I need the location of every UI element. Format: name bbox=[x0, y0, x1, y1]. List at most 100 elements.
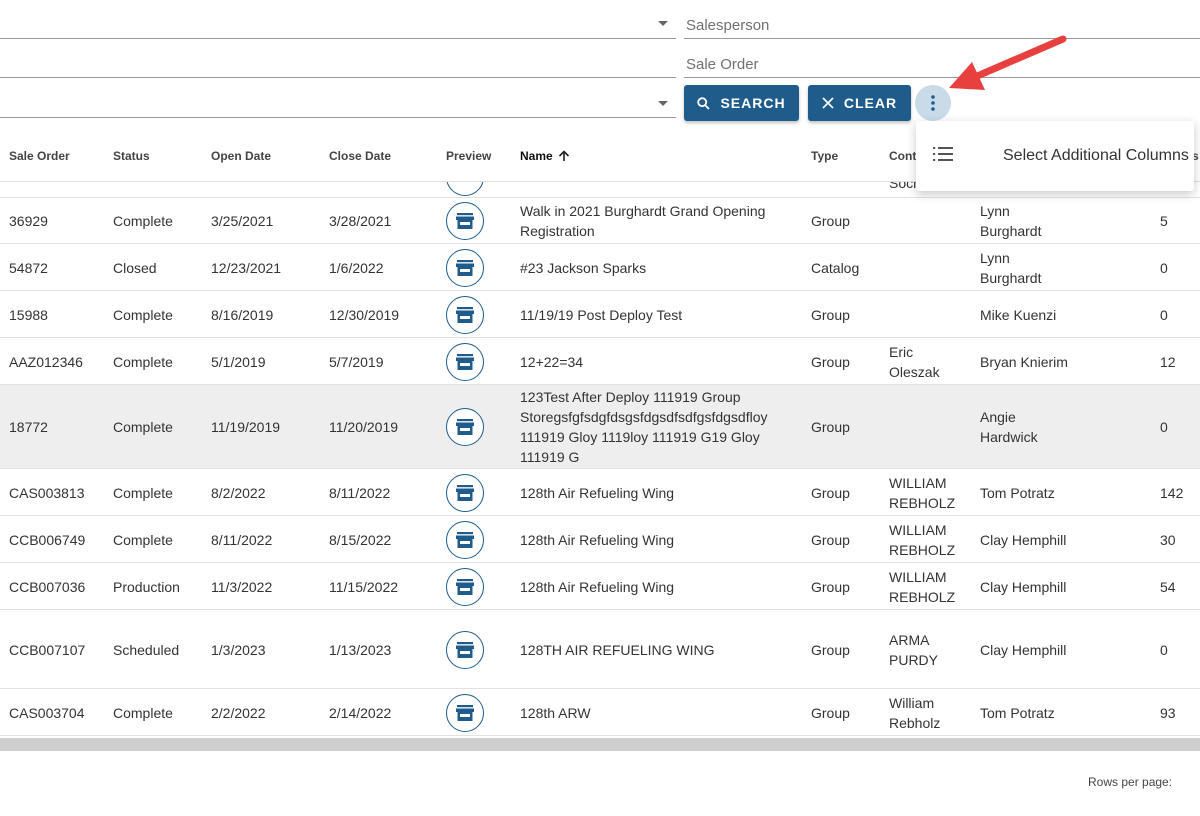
preview-button[interactable] bbox=[446, 631, 484, 669]
preview-button[interactable] bbox=[446, 474, 484, 512]
table-row[interactable]: CAS003813 Complete 8/2/2022 8/11/2022 128th … bbox=[0, 469, 1200, 516]
type-cell: Group bbox=[811, 307, 850, 323]
quantity-cell: 0 bbox=[1160, 307, 1168, 323]
more-options-button[interactable] bbox=[915, 85, 951, 121]
salesperson-cell: Tom Potratz bbox=[980, 485, 1055, 501]
sale-order-cell: CCB007036 bbox=[9, 579, 86, 595]
salesperson-cell: Clay Hemphill bbox=[980, 642, 1067, 658]
close-date-cell: 1/13/2023 bbox=[329, 642, 392, 658]
close-date-cell: 11/15/2022 bbox=[329, 579, 399, 595]
open-date-cell: 2/2/2022 bbox=[211, 705, 266, 721]
column-options-menu: Select Additional Columns bbox=[916, 121, 1194, 191]
close-date-cell: 8/11/2022 bbox=[329, 485, 391, 501]
list-icon bbox=[933, 146, 955, 166]
table-row[interactable]: CAS003704 Complete 2/2/2022 2/14/2022 128th … bbox=[0, 689, 1200, 736]
quantity-cell: 0 bbox=[1160, 260, 1168, 276]
col-header-name[interactable]: Name bbox=[520, 149, 570, 163]
status-cell: Complete bbox=[113, 354, 173, 370]
filter-field-1[interactable] bbox=[0, 0, 676, 40]
filter-field-2[interactable] bbox=[0, 40, 676, 80]
horizontal-scrollbar[interactable] bbox=[0, 738, 1200, 751]
col-header-contact[interactable]: Cont bbox=[889, 149, 916, 163]
contact-cell: WILLIAM REBHOLZ bbox=[889, 522, 956, 558]
search-button[interactable]: SEARCH bbox=[684, 85, 799, 121]
preview-button[interactable] bbox=[446, 296, 484, 334]
status-cell: Complete bbox=[113, 705, 173, 721]
sale-order-cell: 36929 bbox=[9, 213, 48, 229]
col-header-close-date[interactable]: Close Date bbox=[329, 149, 391, 163]
open-date-cell: 8/2/2022 bbox=[211, 485, 266, 501]
status-cell: Production bbox=[113, 579, 180, 595]
name-cell: 11/19/19 Post Deploy Test bbox=[520, 307, 683, 323]
chevron-down-icon[interactable] bbox=[658, 101, 668, 106]
clear-button[interactable]: CLEAR bbox=[808, 85, 911, 121]
col-header-open-date[interactable]: Open Date bbox=[211, 149, 271, 163]
close-date-cell: 5/7/2019 bbox=[329, 354, 384, 370]
status-cell: Complete bbox=[113, 307, 173, 323]
sale-order-cell: CCB006749 bbox=[9, 532, 86, 548]
salesperson-field[interactable]: Salesperson bbox=[684, 0, 1200, 40]
col-header-status[interactable]: Status bbox=[113, 149, 150, 163]
status-cell: Scheduled bbox=[113, 642, 180, 658]
sale-order-cell: CAS003813 bbox=[9, 485, 85, 501]
table-row[interactable]: 36929 Complete 3/25/2021 3/28/2021 Walk in 2… bbox=[0, 197, 1200, 244]
preview-button[interactable] bbox=[446, 568, 484, 606]
col-header-preview[interactable]: Preview bbox=[446, 149, 491, 163]
salesperson-cell: Tom Potratz bbox=[980, 705, 1055, 721]
quantity-cell: 12 bbox=[1160, 354, 1176, 370]
clear-button-label: CLEAR bbox=[843, 95, 898, 111]
preview-button[interactable] bbox=[446, 694, 484, 732]
table-row[interactable]: CCB007036 Production 11/3/2022 11/15/2022 12… bbox=[0, 563, 1200, 610]
type-cell: Group bbox=[811, 419, 850, 435]
open-date-cell: 11/3/2022 bbox=[211, 579, 273, 595]
status-cell: Complete bbox=[113, 532, 173, 548]
name-cell: 128th Air Refueling Wing bbox=[520, 579, 675, 595]
type-cell: Group bbox=[811, 705, 850, 721]
preview-button[interactable] bbox=[446, 408, 484, 446]
table-row[interactable]: CCB006749 Complete 8/11/2022 8/15/2022 128th… bbox=[0, 516, 1200, 563]
salesperson-cell: Lynn Burghardt bbox=[980, 250, 1042, 286]
table-row[interactable]: AAZ012346 Complete 5/1/2019 5/7/2019 12+22=3… bbox=[0, 338, 1200, 385]
preview-button[interactable] bbox=[446, 521, 484, 559]
status-cell: Complete bbox=[113, 419, 173, 435]
table-row[interactable]: 15988 Complete 8/16/2019 12/30/2019 11/19/19… bbox=[0, 291, 1200, 338]
store-icon bbox=[456, 532, 474, 548]
quantity-cell: 142 bbox=[1160, 485, 1184, 501]
sale-order-cell: CCB007107 bbox=[9, 642, 86, 658]
preview-button-partial[interactable] bbox=[446, 182, 484, 196]
quantity-cell: 54 bbox=[1160, 579, 1176, 595]
col-header-sale-order[interactable]: Sale Order bbox=[9, 149, 70, 163]
type-cell: Group bbox=[811, 354, 850, 370]
table-row[interactable]: 18772 Complete 11/19/2019 11/20/2019 123Test… bbox=[0, 385, 1200, 469]
salesperson-label: Salesperson bbox=[686, 17, 770, 34]
filter-field-3[interactable] bbox=[0, 80, 676, 120]
quantity-cell: 5 bbox=[1160, 213, 1168, 229]
sale-order-label: Sale Order bbox=[686, 56, 759, 73]
open-date-cell: 8/11/2022 bbox=[211, 532, 273, 548]
contact-cell: ARMA PURDY bbox=[889, 632, 939, 668]
type-cell: Group bbox=[811, 485, 850, 501]
store-icon bbox=[456, 579, 474, 595]
more-vert-icon bbox=[931, 95, 935, 111]
select-additional-columns-item[interactable]: Select Additional Columns bbox=[1003, 147, 1189, 165]
type-cell: Group bbox=[811, 579, 850, 595]
salesperson-cell: Angie Hardwick bbox=[980, 409, 1038, 445]
preview-button[interactable] bbox=[446, 343, 484, 381]
type-cell: Group bbox=[811, 532, 850, 548]
preview-button[interactable] bbox=[446, 202, 484, 240]
store-icon bbox=[456, 213, 474, 229]
name-cell: 123Test After Deploy 111919 Group Storeg… bbox=[520, 389, 768, 465]
sale-order-cell: 15988 bbox=[9, 307, 48, 323]
store-icon bbox=[456, 307, 474, 323]
sale-order-cell: 54872 bbox=[9, 260, 48, 276]
salesperson-cell: Lynn Burghardt bbox=[980, 203, 1042, 239]
sale-order-field[interactable]: Sale Order bbox=[684, 40, 1200, 80]
preview-button[interactable] bbox=[446, 249, 484, 287]
table-row[interactable]: CCB007107 Scheduled 1/3/2023 1/13/2023 128TH… bbox=[0, 610, 1200, 689]
table-row[interactable]: 54872 Closed 12/23/2021 1/6/2022 #23 Jackson… bbox=[0, 244, 1200, 291]
open-date-cell: 8/16/2019 bbox=[211, 307, 274, 323]
store-icon bbox=[456, 642, 474, 658]
chevron-down-icon[interactable] bbox=[658, 21, 668, 26]
col-header-type[interactable]: Type bbox=[811, 149, 838, 163]
status-cell: Closed bbox=[113, 260, 157, 276]
